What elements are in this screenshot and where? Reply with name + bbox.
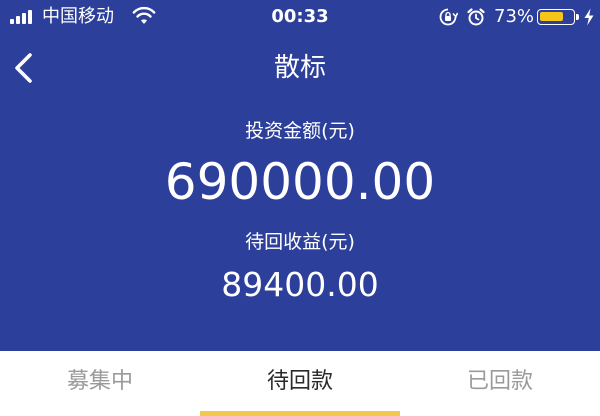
battery-level-fill [540, 12, 563, 21]
pending-income-value: 89400.00 [221, 265, 379, 304]
header-panel: 中国移动 00:33 73% 散标 投资金额(元) 690000.00 待回收益… [0, 0, 600, 351]
battery-icon [537, 9, 575, 25]
alarm-icon [467, 8, 485, 26]
invest-amount-value: 690000.00 [164, 153, 436, 211]
orientation-lock-icon [439, 8, 458, 26]
battery-percent: 73% [494, 6, 535, 27]
status-bar: 中国移动 00:33 73% [0, 0, 600, 34]
tab-repaid[interactable]: 已回款 [400, 351, 600, 416]
charging-icon [584, 8, 594, 26]
tab-bar: 募集中 待回款 已回款 [0, 351, 600, 416]
active-tab-indicator [200, 411, 400, 416]
tab-fundraising[interactable]: 募集中 [0, 351, 200, 416]
page-title: 散标 [273, 53, 326, 83]
invest-amount-label: 投资金额(元) [245, 120, 355, 142]
tab-pending-repayment[interactable]: 待回款 [200, 351, 400, 416]
battery-tip [576, 14, 579, 20]
pending-income-label: 待回收益(元) [245, 231, 355, 253]
